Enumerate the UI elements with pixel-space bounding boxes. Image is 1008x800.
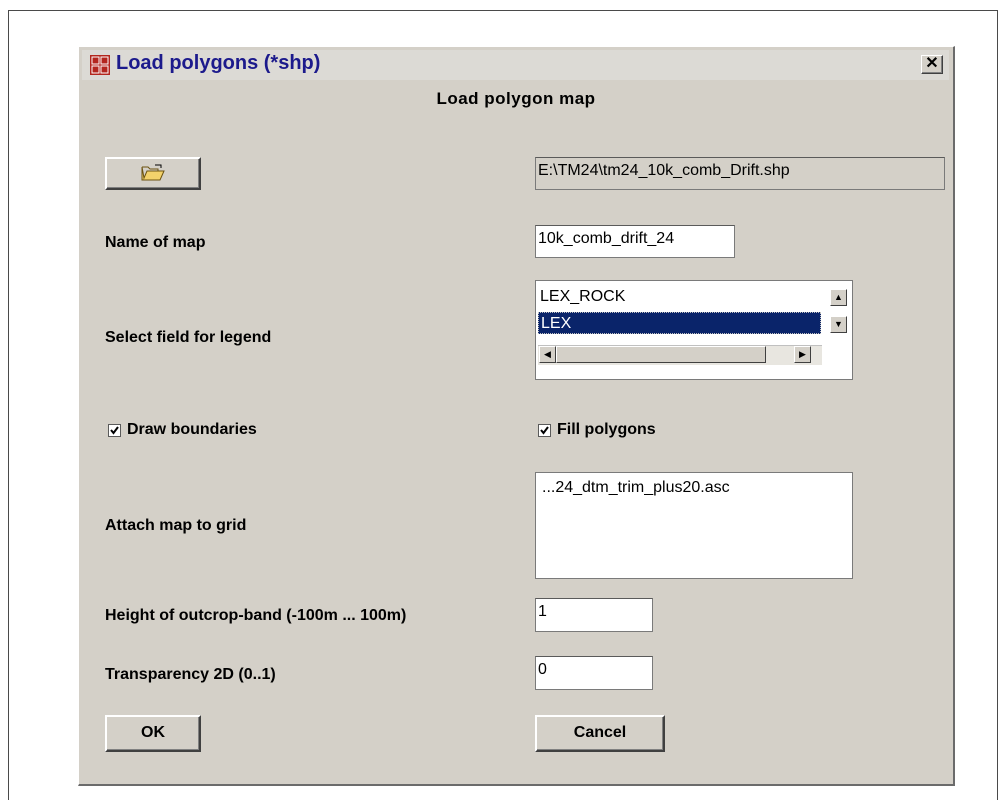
arrow-up-icon: ▲: [834, 292, 843, 302]
checkmark-icon: [540, 426, 549, 435]
list-item-selected[interactable]: LEX: [538, 312, 821, 334]
outcrop-height-input[interactable]: 1: [535, 598, 653, 632]
legend-field-list[interactable]: LEX_ROCK LEX ▲ ▼ ◀ ▶: [535, 280, 853, 380]
title-bar[interactable]: Load polygons (*shp) ✕: [82, 50, 949, 80]
select-field-legend-label: Select field for legend: [105, 329, 272, 346]
arrow-down-icon: ▼: [834, 319, 843, 329]
attach-map-to-grid-label: Attach map to grid: [105, 517, 247, 534]
app-icon: [90, 55, 110, 75]
name-of-map-label: Name of map: [105, 234, 206, 251]
arrow-right-icon: ▶: [799, 349, 806, 359]
folder-open-icon: [141, 164, 165, 181]
arrow-left-icon: ◀: [544, 349, 551, 359]
transparency-input[interactable]: 0: [535, 656, 653, 690]
ok-button[interactable]: OK: [105, 715, 201, 752]
draw-boundaries-label[interactable]: Draw boundaries: [127, 421, 257, 439]
shapefile-path-field: E:\TM24\tm24_10k_comb_Drift.shp: [535, 157, 945, 190]
fill-polygons-checkbox[interactable]: [538, 424, 551, 437]
checkmark-icon: [110, 426, 119, 435]
list-item[interactable]: LEX_ROCK: [538, 286, 818, 308]
fill-polygons-label[interactable]: Fill polygons: [557, 421, 656, 439]
scroll-thumb[interactable]: [556, 346, 766, 363]
scroll-left-button[interactable]: ◀: [539, 346, 556, 363]
close-icon: ✕: [925, 55, 939, 72]
cancel-button[interactable]: Cancel: [535, 715, 665, 752]
scroll-down-button[interactable]: ▼: [830, 316, 847, 333]
open-file-button[interactable]: [105, 157, 201, 190]
draw-boundaries-checkbox[interactable]: [108, 424, 121, 437]
name-of-map-input[interactable]: 24_10k_comb_drift: [535, 225, 735, 258]
scroll-right-button[interactable]: ▶: [794, 346, 811, 363]
window-title: Load polygons (*shp): [116, 52, 321, 74]
close-button[interactable]: ✕: [921, 55, 943, 74]
load-polygons-dialog: Load polygons (*shp) ✕ Load polygon map …: [78, 46, 955, 786]
scroll-up-button[interactable]: ▲: [830, 289, 847, 306]
outcrop-height-label: Height of outcrop-band (-100m ... 100m): [105, 607, 407, 624]
transparency-label: Transparency 2D (0..1): [105, 666, 276, 683]
attach-grid-field[interactable]: ...24_dtm_trim_plus20.asc: [535, 472, 853, 579]
dialog-heading: Load polygon map: [436, 89, 596, 108]
